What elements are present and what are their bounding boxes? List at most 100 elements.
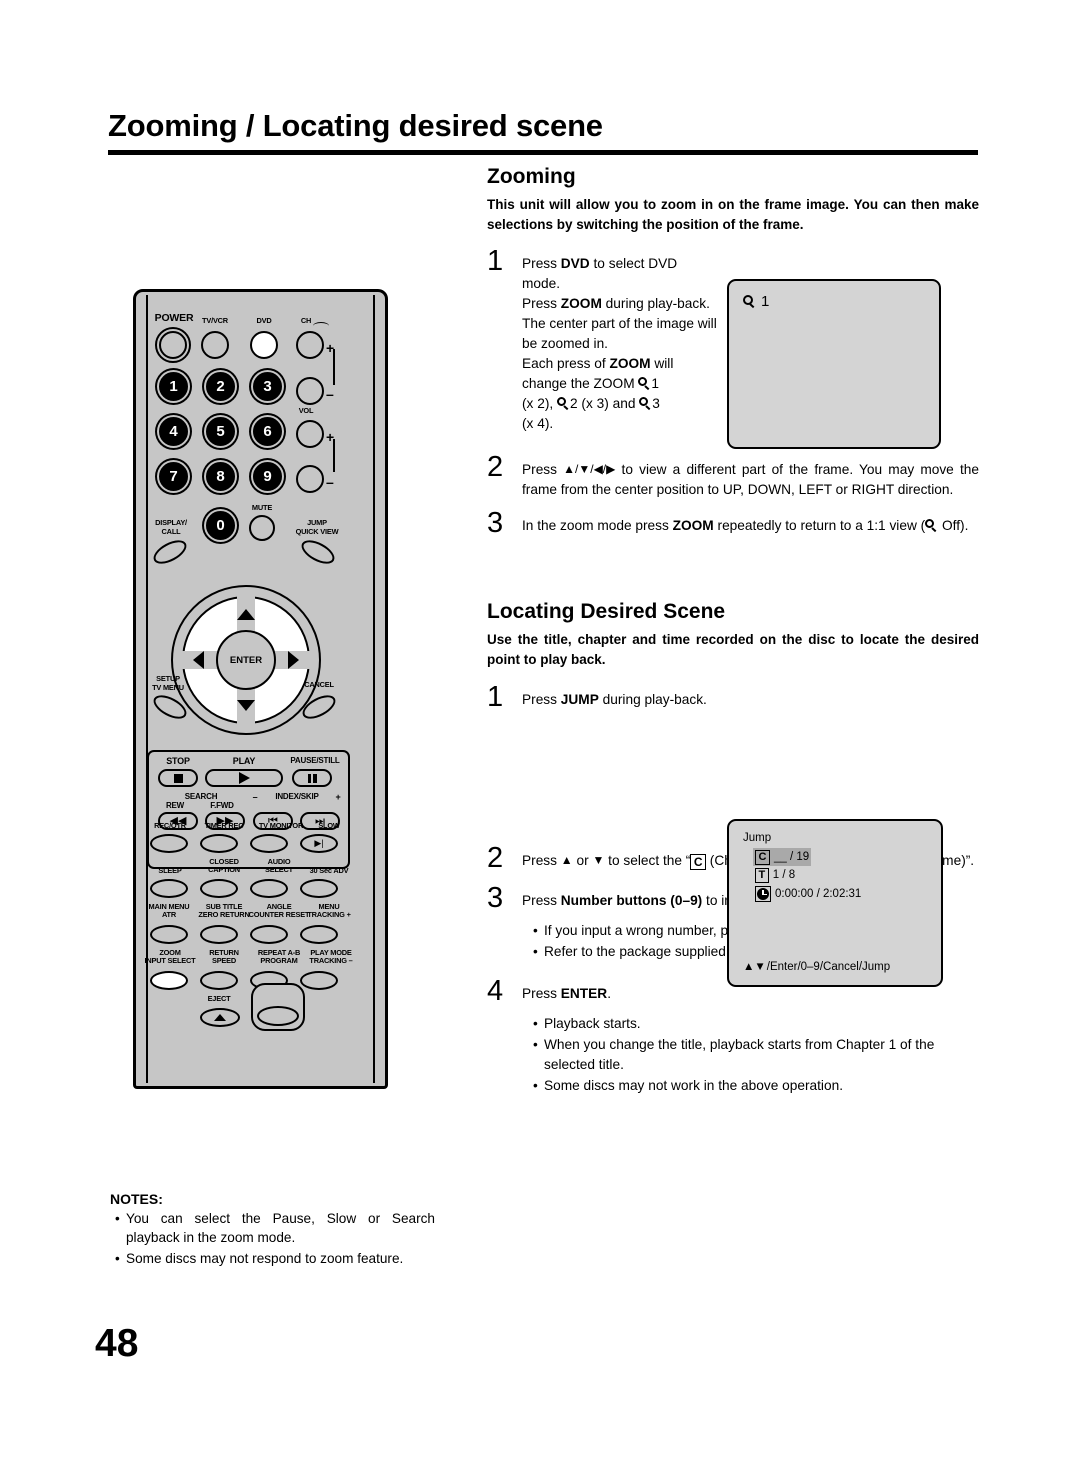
slow-label: SLOW — [318, 821, 340, 830]
remote-control-illustration: POWER TV/VCR DVD CH + – VOL + – 1 2 3 4 … — [133, 289, 388, 1089]
eject-label: EJECT — [207, 994, 231, 1003]
number-button-1[interactable]: 1 — [159, 372, 188, 401]
step1-text-f: during play-back. — [601, 295, 710, 311]
open-close-button[interactable] — [257, 1006, 299, 1026]
mute-button[interactable] — [249, 515, 275, 541]
left-arrow-icon[interactable] — [193, 651, 204, 669]
sleep-button[interactable] — [150, 879, 188, 898]
note-item-1: You can select the Pause, Slow or Search… — [115, 1209, 435, 1248]
slow-button[interactable]: ▶| — [300, 834, 338, 853]
jump-hint-arrows: ▲▼ — [743, 961, 766, 973]
play-label: PLAY — [232, 756, 256, 766]
power-button-inner[interactable] — [159, 331, 187, 359]
audio-select-button[interactable] — [250, 879, 288, 898]
lstep2-text-b: to select the “ — [604, 853, 691, 868]
angle-counter-reset-button[interactable] — [250, 925, 288, 944]
jump-osd-hint: ▲▼/Enter/0–9/Cancel/Jump — [743, 961, 890, 973]
lstep2-text-mid: or — [572, 853, 593, 868]
zoom-keyword-1: ZOOM — [560, 295, 602, 311]
locating-step-4: 4 Press ENTER. Playback starts. When you… — [487, 977, 979, 1097]
mute-label: MUTE — [251, 503, 273, 512]
zoom-osd-level: 1 — [761, 293, 770, 310]
play-mode-tracking-button[interactable] — [300, 971, 338, 990]
menu-tracking-plus-button[interactable] — [300, 925, 338, 944]
subtitle-zero-return-button[interactable] — [200, 925, 238, 944]
slow-icon: ▶| — [314, 838, 324, 848]
jump-osd-content: Jump C __ / 19 T 1 / 8 0:00:00 / 2:02:31 — [743, 830, 931, 904]
ffwd-label: F.FWD — [210, 801, 234, 810]
zoom-input-select-button[interactable] — [150, 971, 188, 990]
eject-icon — [214, 1014, 226, 1021]
stop-button[interactable] — [158, 769, 198, 787]
vol-label: VOL — [298, 406, 314, 415]
jump-hint-text: /Enter/0–9/Cancel/Jump — [766, 961, 891, 973]
number-button-4[interactable]: 4 — [159, 417, 188, 446]
number-button-9[interactable]: 9 — [253, 462, 282, 491]
ch-down-button[interactable] — [296, 377, 324, 405]
pause-icon — [307, 773, 317, 783]
step3-text-a: In the zoom mode press — [522, 517, 673, 533]
enter-button[interactable]: ENTER — [216, 630, 276, 690]
bullet-title-change: When you change the title, playback star… — [533, 1035, 979, 1075]
jump-row-time[interactable]: 0:00:00 / 2:02:31 — [753, 885, 863, 904]
30sec-adv-button[interactable] — [300, 879, 338, 898]
closed-caption-button[interactable] — [200, 879, 238, 898]
jump-row-chapter[interactable]: C __ / 19 — [753, 847, 812, 867]
step1-text-l: (x 3) and — [581, 395, 640, 411]
jump-title-value: 1 / 8 — [772, 869, 796, 882]
step1-text-d: Press — [522, 295, 561, 311]
zoom-level-1: 1 — [651, 375, 660, 391]
display-call-label-line1: DISPLAY/ — [155, 518, 187, 527]
step3-text-d: Off). — [938, 517, 969, 533]
zooming-step-3-body: In the zoom mode press ZOOM repeatedly t… — [522, 516, 979, 536]
dvd-label: DVD — [256, 316, 272, 325]
navigation-pad[interactable]: ENTER — [171, 585, 321, 735]
lstep3-text-a: Press — [522, 893, 561, 908]
number-button-2[interactable]: 2 — [206, 372, 235, 401]
zooming-step-2-number: 2 — [487, 450, 504, 483]
tvvcr-button[interactable] — [201, 331, 229, 359]
down-arrow-icon[interactable] — [237, 700, 255, 711]
lstep2-text-a: Press — [522, 853, 561, 868]
rew-label: REW — [165, 801, 185, 810]
timer-rec-button[interactable] — [200, 834, 238, 853]
play-button[interactable] — [205, 769, 283, 787]
ch-minus-sign: – — [326, 386, 334, 402]
jump-row-title[interactable]: T 1 / 8 — [753, 866, 797, 885]
tv-monitor-button[interactable] — [250, 834, 288, 853]
vol-down-button[interactable] — [296, 465, 324, 493]
number-button-8[interactable]: 8 — [206, 462, 235, 491]
title-icon-osd: T — [755, 868, 769, 884]
number-button-5[interactable]: 5 — [206, 417, 235, 446]
zoom-osd-indicator: 1 — [743, 293, 769, 310]
index-skip-label: INDEX/SKIP — [275, 792, 319, 801]
step1-text-g: The center part of the image will be zoo… — [522, 315, 717, 351]
return-speed-button[interactable] — [200, 971, 238, 990]
number-button-6[interactable]: 6 — [253, 417, 282, 446]
number-button-7[interactable]: 7 — [159, 462, 188, 491]
tvvcr-label: TV/VCR — [202, 316, 228, 325]
zooming-step-3: 3 In the zoom mode press ZOOM repeatedly… — [487, 508, 979, 537]
right-arrow-icon[interactable] — [288, 651, 299, 669]
number-button-0[interactable]: 0 — [206, 511, 235, 540]
rec-otr-button[interactable] — [150, 834, 188, 853]
eject-button[interactable] — [200, 1008, 240, 1027]
dvd-button[interactable] — [250, 331, 278, 359]
number-button-3[interactable]: 3 — [253, 372, 282, 401]
zooming-step-1-body: Press DVD to select DVD mode. Press ZOOM… — [522, 254, 719, 434]
locating-step-1: 1 Press JUMP during play-back. — [487, 683, 709, 712]
vol-up-button[interactable] — [296, 420, 324, 448]
lstep1-text-a: Press — [522, 692, 561, 707]
locating-step-4-body: Press ENTER. — [522, 984, 979, 1004]
up-arrow-icon[interactable] — [237, 609, 255, 620]
index-plus-sign: + — [335, 792, 341, 802]
chapter-icon-osd: C — [755, 849, 770, 865]
jump-osd-title: Jump — [743, 832, 772, 844]
main-menu-atr-button[interactable] — [150, 925, 188, 944]
zooming-step-2: 2 Press ▲/▼/◀/▶ to view a different part… — [487, 452, 979, 500]
ch-up-button[interactable] — [296, 331, 324, 359]
zooming-heading: Zooming — [487, 165, 576, 188]
down-arrow-glyph: ▼ — [592, 853, 605, 867]
notes-list: You can select the Pause, Slow or Search… — [110, 1209, 435, 1268]
pause-still-button[interactable] — [292, 769, 332, 787]
